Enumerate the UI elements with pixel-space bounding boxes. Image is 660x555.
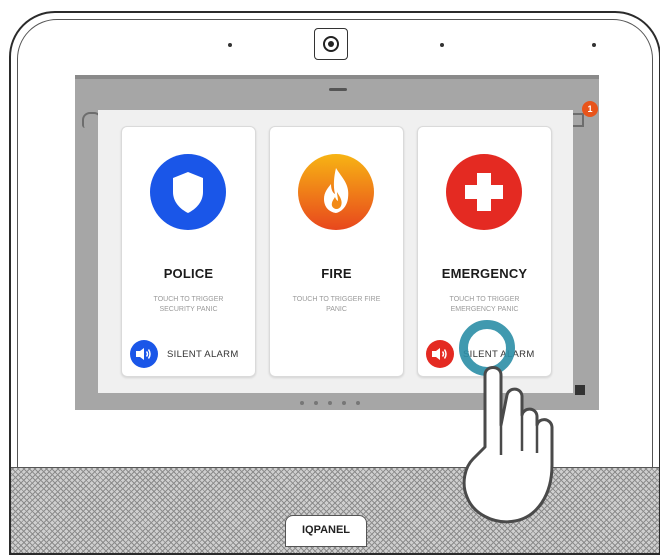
police-subtitle: TOUCH TO TRIGGER SECURITY PANIC — [153, 296, 224, 313]
pointing-hand-icon — [462, 366, 554, 524]
emergency-title: EMERGENCY — [441, 266, 528, 281]
sensor-dot-mid — [440, 43, 444, 47]
medical-cross-icon — [446, 154, 522, 230]
speaker-icon — [130, 340, 158, 368]
police-panic-card[interactable]: POLICE TOUCH TO TRIGGER SECURITY PANIC S… — [121, 126, 256, 377]
flame-icon — [298, 154, 374, 230]
notification-badge[interactable]: 1 — [582, 101, 598, 117]
brand-logo-text: IQPANEL — [301, 524, 351, 536]
drawer-handle[interactable] — [329, 88, 347, 91]
screen-top-bar — [75, 75, 599, 79]
police-silent-alarm[interactable]: SILENT ALARM — [130, 340, 239, 368]
fire-subtitle: TOUCH TO TRIGGER FIRE PANIC — [292, 296, 381, 313]
brand-logo: IQPANEL — [285, 515, 367, 547]
fire-panic-card[interactable]: FIRE TOUCH TO TRIGGER FIRE PANIC — [269, 126, 404, 377]
sensor-dot-right — [592, 43, 596, 47]
emergency-subtitle: TOUCH TO TRIGGER EMERGENCY PANIC — [449, 296, 520, 313]
camera-icon — [314, 28, 348, 60]
sensor-dot-left — [228, 43, 232, 47]
speaker-icon — [426, 340, 454, 368]
police-title: POLICE — [163, 266, 214, 281]
police-silent-label: SILENT ALARM — [167, 348, 239, 360]
fire-title: FIRE — [321, 266, 352, 281]
shield-icon — [150, 154, 226, 230]
